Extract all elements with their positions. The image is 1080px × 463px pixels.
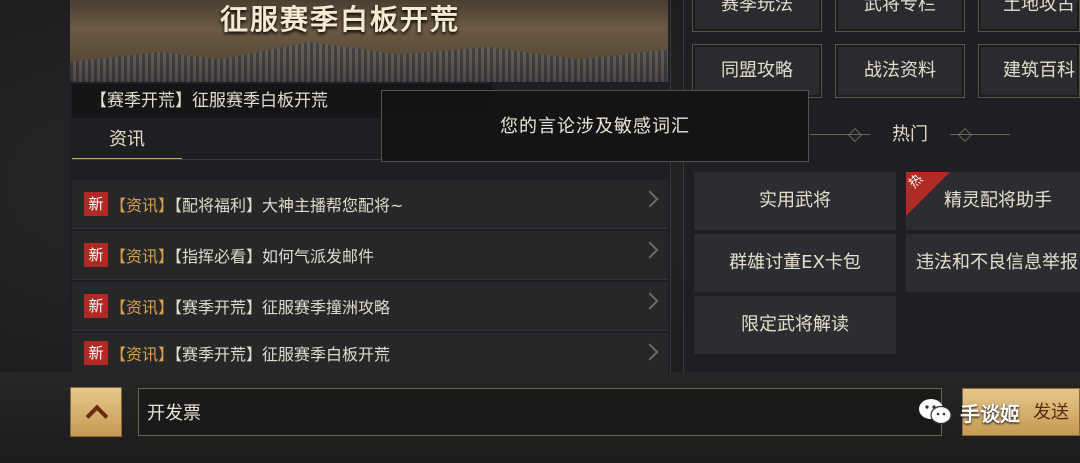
new-badge: 新 — [84, 340, 108, 365]
chevron-up-icon — [85, 404, 109, 428]
chevron-right-icon — [641, 190, 659, 208]
news-item[interactable]: 新 【资讯】【赛季开荒】征服赛季白板开荒 — [72, 333, 668, 373]
news-category: 【资讯】 — [110, 247, 175, 266]
new-badge: 新 — [84, 294, 108, 318]
sensitive-word-toast: 您的言论涉及敏感词汇 — [381, 90, 809, 162]
hot-button-generals[interactable]: 实用武将 — [694, 172, 896, 230]
news-title: 【指挥必看】如何气派发邮件 — [174, 247, 375, 266]
news-category: 【资讯】 — [110, 196, 175, 215]
watermark-text: 手谈姬 — [960, 401, 1020, 426]
news-title: 【赛季开荒】征服赛季白板开荒 — [174, 344, 391, 364]
guide-button-season[interactable]: 赛季玩法 — [692, 0, 822, 32]
collapse-button[interactable] — [70, 387, 122, 437]
tab-news[interactable]: 资讯 — [72, 122, 182, 160]
chevron-right-icon — [641, 343, 659, 361]
news-item[interactable]: 新 【资讯】【配将福利】大神主播帮您配将~ — [72, 180, 668, 229]
news-category: 【资讯】 — [110, 298, 175, 317]
news-item[interactable]: 新 【资讯】【指挥必看】如何气派发邮件 — [72, 231, 668, 280]
hot-button-report[interactable]: 违法和不良信息举报 — [906, 234, 1080, 292]
chevron-right-icon — [641, 292, 659, 310]
banner-title: 征服赛季白板开荒 — [219, 3, 460, 36]
guide-button-land[interactable]: 土地攻占 — [978, 0, 1080, 32]
hot-button-card-pack[interactable]: 群雄讨董EX卡包 — [694, 234, 896, 292]
hot-section-title: 热门 — [810, 120, 1010, 150]
hot-button-limited[interactable]: 限定武将解读 — [694, 296, 896, 354]
guide-button-tactics[interactable]: 战法资料 — [835, 44, 965, 98]
chevron-right-icon — [641, 241, 659, 259]
news-title: 【赛季开荒】征服赛季撞洲攻略 — [174, 298, 391, 317]
news-title: 【配将福利】大神主播帮您配将~ — [174, 196, 404, 215]
new-badge: 新 — [84, 243, 108, 267]
news-category: 【资讯】 — [110, 344, 175, 364]
wechat-icon — [918, 398, 952, 426]
chat-input[interactable] — [138, 388, 942, 436]
guide-button-buildings[interactable]: 建筑百科 — [978, 44, 1080, 98]
watermark: 手谈姬 — [918, 392, 1020, 432]
guide-button-generals[interactable]: 武将专栏 — [835, 0, 965, 32]
season-banner[interactable]: 征服赛季白板开荒 — [70, 0, 668, 82]
hot-button-assistant[interactable]: 热 精灵配将助手 — [906, 172, 1080, 230]
news-item[interactable]: 新 【资讯】【赛季开荒】征服赛季撞洲攻略 — [72, 282, 668, 331]
new-badge: 新 — [84, 192, 108, 216]
